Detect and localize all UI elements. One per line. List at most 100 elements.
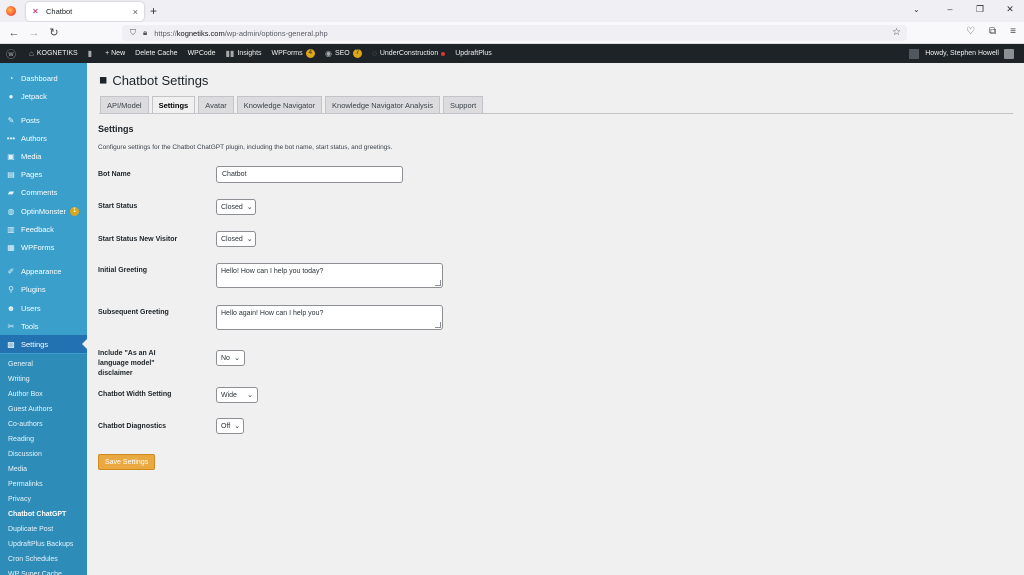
notification-badge: 1 bbox=[70, 206, 80, 216]
back-icon[interactable]: ← bbox=[4, 27, 24, 39]
pin-icon: ✎ bbox=[7, 115, 15, 125]
page-title: ◼ Chatbot Settings bbox=[99, 73, 209, 88]
initial-greeting-textarea[interactable]: Hello! How can I help you today? bbox=[216, 263, 443, 288]
admin-bar-wpforms[interactable]: WPForms 4 bbox=[267, 44, 320, 63]
tab-close-icon[interactable]: × bbox=[133, 7, 138, 17]
submenu-general[interactable]: General bbox=[0, 357, 87, 372]
admin-bar-comments[interactable]: ▮ bbox=[83, 44, 100, 63]
firefox-icon bbox=[6, 6, 16, 16]
submenu-writing[interactable]: Writing bbox=[0, 372, 87, 387]
tab-list-chevron-icon[interactable]: ⌄ bbox=[913, 5, 920, 14]
chatbot-favicon-icon: ✕ bbox=[32, 7, 39, 16]
tab-support[interactable]: Support bbox=[442, 96, 484, 114]
lock-icon[interactable]: 🔒︎ bbox=[143, 28, 147, 38]
tab-knowledge-navigator-analysis[interactable]: Knowledge Navigator Analysis bbox=[325, 96, 440, 114]
sidebar-item-optinmonster[interactable]: ◍ OptinMonster 1 bbox=[0, 202, 87, 220]
chatbot-diagnostics-label: Chatbot Diagnostics bbox=[98, 423, 167, 430]
start-status-select[interactable]: Closed ⌄ bbox=[216, 199, 256, 215]
admin-bar-site[interactable]: ⌂ KOGNETIKS bbox=[24, 44, 83, 63]
plugin-icon: ⚲ bbox=[8, 284, 14, 294]
submenu-wp-super-cache[interactable]: WP Super Cache bbox=[0, 567, 87, 575]
subsequent-greeting-textarea[interactable]: Hello again! How can I help you? bbox=[216, 305, 443, 330]
save-settings-button[interactable]: Save Settings bbox=[98, 454, 156, 470]
sidebar-item-wpforms[interactable]: ▦ WPForms bbox=[0, 238, 87, 256]
url-text[interactable]: https://kognetiks.com/wp-admin/options-g… bbox=[154, 29, 327, 38]
minimize-icon[interactable]: – bbox=[944, 4, 956, 15]
admin-bar-updraftplus[interactable]: UpdraftPlus bbox=[450, 44, 497, 63]
sidebar-item-comments[interactable]: ▰ Comments bbox=[0, 183, 87, 201]
sidebar-item-media[interactable]: ▣ Media bbox=[0, 147, 87, 165]
submenu-guest-authors[interactable]: Guest Authors bbox=[0, 402, 87, 417]
window-close-icon[interactable]: ✕ bbox=[1004, 4, 1016, 15]
address-bar[interactable]: ⛉ 🔒︎ https://kognetiks.com/wp-admin/opti… bbox=[122, 25, 907, 41]
admin-bar-delete-cache[interactable]: Delete Cache bbox=[130, 44, 182, 63]
dashboard-icon: ◔ bbox=[8, 73, 14, 83]
wrench-icon: ✂ bbox=[7, 321, 15, 331]
browser-tab[interactable]: ✕ Chatbot × bbox=[26, 2, 144, 21]
chatbot-diagnostics-select[interactable]: Off ⌄ bbox=[216, 418, 244, 434]
section-description: Configure settings for the Chatbot ChatG… bbox=[98, 144, 393, 151]
submenu-co-authors[interactable]: Co-authors bbox=[0, 417, 87, 432]
menu-icon[interactable]: ≡ bbox=[1010, 26, 1016, 37]
admin-bar-wpcode[interactable]: WPCode bbox=[183, 44, 221, 63]
submenu-cron-schedules[interactable]: Cron Schedules bbox=[0, 552, 87, 567]
wp-logo-icon[interactable]: ⓦ bbox=[0, 44, 24, 63]
sidebar-item-authors[interactable]: ••• Authors bbox=[0, 129, 87, 147]
submenu-privacy[interactable]: Privacy bbox=[0, 492, 87, 507]
sidebar-item-settings[interactable]: ▩ Settings bbox=[0, 335, 87, 353]
disclaimer-label: Include "As an AI language model" discla… bbox=[98, 350, 156, 377]
comment-icon: ▰ bbox=[7, 187, 15, 197]
shield-icon[interactable]: ⛉ bbox=[130, 28, 136, 38]
sidebar-item-dashboard[interactable]: ◔ Dashboard bbox=[0, 69, 87, 87]
sidebar-item-plugins[interactable]: ⚲ Plugins bbox=[0, 280, 87, 298]
chatbot-width-select[interactable]: Wide ⌄ bbox=[216, 387, 258, 403]
admin-bar-account[interactable]: Howdy, Stephen Howell bbox=[909, 44, 1014, 63]
dots-icon: ••• bbox=[6, 133, 16, 143]
pocket-icon[interactable]: ♡ bbox=[966, 26, 975, 37]
disclaimer-select[interactable]: No ⌄ bbox=[216, 350, 245, 366]
subsequent-greeting-label: Subsequent Greeting bbox=[98, 309, 169, 316]
admin-bar-under-construction[interactable]: ◌ UnderConstruction bbox=[367, 44, 450, 63]
bookmark-star-icon[interactable]: ☆ bbox=[892, 27, 901, 38]
bot-name-input[interactable]: Chatbot bbox=[216, 166, 403, 183]
browser-nav-bar: ← → ↻ ⛉ 🔒︎ https://kognetiks.com/wp-admi… bbox=[0, 22, 1024, 44]
submenu-permalinks[interactable]: Permalinks bbox=[0, 477, 87, 492]
status-dot bbox=[441, 51, 446, 56]
forward-icon[interactable]: → bbox=[24, 27, 44, 39]
sidebar-item-pages[interactable]: ▤ Pages bbox=[0, 165, 87, 183]
main-content: ◼ Chatbot Settings API/Model Settings Av… bbox=[87, 63, 1024, 575]
tab-avatar[interactable]: Avatar bbox=[198, 96, 234, 114]
admin-bar-seo[interactable]: ◉ SEO 7 bbox=[320, 44, 367, 63]
browser-tab-bar: ✕ Chatbot × + ⌄ – ❐ ✕ bbox=[0, 0, 1024, 22]
sidebar-item-appearance[interactable]: ✐ Appearance bbox=[0, 262, 87, 280]
reload-icon[interactable]: ↻ bbox=[44, 26, 64, 39]
submenu-media[interactable]: Media bbox=[0, 462, 87, 477]
screen-icon bbox=[909, 48, 920, 59]
admin-bar-insights[interactable]: ▮▮ Insights bbox=[221, 44, 267, 63]
sidebar-item-posts[interactable]: ✎ Posts bbox=[0, 111, 87, 129]
chatbot-width-label: Chatbot Width Setting bbox=[98, 391, 172, 398]
admin-bar-new[interactable]: + New bbox=[100, 44, 130, 63]
submenu-reading[interactable]: Reading bbox=[0, 432, 87, 447]
sidebar-item-users[interactable]: ☻ Users bbox=[0, 299, 87, 317]
submenu-duplicate-post[interactable]: Duplicate Post bbox=[0, 522, 87, 537]
section-heading: Settings bbox=[98, 124, 134, 134]
new-tab-icon[interactable]: + bbox=[150, 4, 157, 18]
tab-settings[interactable]: Settings bbox=[151, 96, 196, 114]
submenu-chatbot-chatgpt[interactable]: Chatbot ChatGPT bbox=[0, 507, 87, 522]
submenu-discussion[interactable]: Discussion bbox=[0, 447, 87, 462]
start-status-new-visitor-select[interactable]: Closed ⌄ bbox=[216, 231, 256, 247]
submenu-updraftplus-backups[interactable]: UpdraftPlus Backups bbox=[0, 537, 87, 552]
feedback-icon: ▥ bbox=[7, 224, 15, 234]
submenu-author-box[interactable]: Author Box bbox=[0, 387, 87, 402]
tab-api-model[interactable]: API/Model bbox=[100, 96, 149, 114]
sidebar-item-feedback[interactable]: ▥ Feedback bbox=[0, 220, 87, 238]
chevron-down-icon: ⌄ bbox=[247, 392, 253, 399]
sidebar-item-tools[interactable]: ✂ Tools bbox=[0, 317, 87, 335]
comment-icon: ▮ bbox=[87, 49, 93, 58]
restore-icon[interactable]: ❐ bbox=[974, 4, 986, 15]
start-status-new-visitor-label: Start Status New Visitor bbox=[98, 236, 178, 243]
tab-knowledge-navigator[interactable]: Knowledge Navigator bbox=[236, 96, 323, 114]
extensions-icon[interactable]: ⧉ bbox=[989, 26, 996, 37]
sidebar-item-jetpack[interactable]: ● Jetpack bbox=[0, 87, 87, 105]
